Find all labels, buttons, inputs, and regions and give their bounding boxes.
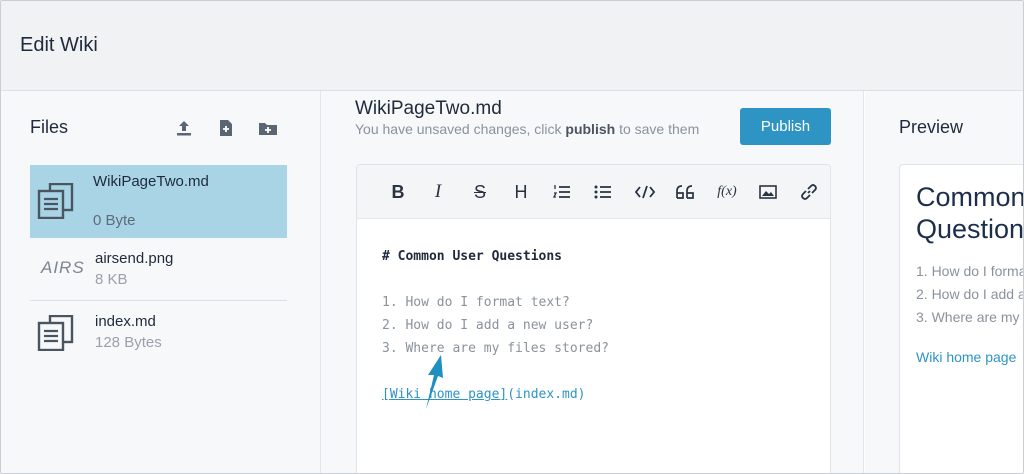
preview-list: 1. How do I format text? 2. How do I add… — [916, 260, 1023, 329]
code-icon[interactable] — [633, 180, 657, 204]
files-title: Files — [30, 117, 69, 137]
list-item: 3. Where are my files stored? — [916, 309, 1023, 325]
new-file-icon[interactable] — [215, 117, 237, 139]
file-name: WikiPageTwo.md — [93, 173, 209, 190]
file-item-airsend[interactable]: AIRS airsend.png 8 KB — [30, 238, 287, 301]
file-name: airsend.png — [95, 250, 174, 267]
app-window: Edit Wiki Files WikiPageTwo.md 0 Byte AI… — [0, 0, 1024, 474]
upload-icon[interactable] — [173, 117, 195, 139]
page-title: Edit Wiki — [20, 34, 98, 56]
link-icon[interactable] — [797, 180, 821, 204]
quote-icon[interactable] — [674, 180, 698, 204]
document-title: WikiPageTwo.md — [355, 98, 502, 119]
list-item: 2. How do I add a new user? — [916, 286, 1023, 302]
file-name: index.md — [95, 313, 156, 330]
file-list: WikiPageTwo.md 0 Byte AIRS airsend.png 8… — [30, 165, 287, 364]
markdown-editor[interactable]: B I S H f(x) # Common User Questions 1. … — [356, 164, 831, 473]
editor-toolbar: B I S H f(x) — [357, 165, 830, 219]
image-icon[interactable] — [756, 180, 780, 204]
unordered-list-icon[interactable] — [591, 180, 615, 204]
editor-area: WikiPageTwo.md You have unsaved changes,… — [321, 91, 864, 473]
preview-link[interactable]: Wiki home page — [916, 349, 1016, 365]
file-size: 128 Bytes — [95, 334, 162, 351]
annotation-arrow-icon — [426, 355, 443, 409]
preview-title: Preview — [899, 117, 964, 137]
preview-panel: Preview Common User Questions 1. How do … — [865, 91, 1024, 473]
ordered-list-icon[interactable] — [550, 180, 574, 204]
file-size: 0 Byte — [93, 212, 136, 229]
files-panel: Files WikiPageTwo.md 0 Byte AIRS airsend… — [1, 91, 321, 473]
preview-content: Common User Questions 1. How do I format… — [899, 164, 1024, 473]
header-bar: Edit Wiki — [1, 1, 1023, 91]
formula-icon[interactable]: f(x) — [715, 180, 739, 204]
unsaved-notice: You have unsaved changes, click publish … — [355, 121, 700, 137]
file-item-index[interactable]: index.md 128 Bytes — [30, 301, 287, 364]
preview-heading: Common User Questions — [916, 182, 1024, 244]
italic-icon[interactable]: I — [426, 180, 450, 204]
bold-icon[interactable]: B — [386, 180, 410, 204]
new-folder-icon[interactable] — [257, 117, 279, 139]
file-item-wikipagetwo[interactable]: WikiPageTwo.md 0 Byte — [30, 165, 287, 238]
files-toolbar — [173, 117, 279, 139]
document-icon — [36, 314, 76, 352]
strikethrough-icon[interactable]: S — [468, 180, 492, 204]
image-thumbnail: AIRS — [41, 258, 85, 277]
publish-button[interactable]: Publish — [740, 108, 831, 145]
file-size: 8 KB — [95, 271, 128, 288]
list-item: 1. How do I format text? — [916, 263, 1023, 279]
heading-icon[interactable]: H — [509, 180, 533, 204]
markdown-source[interactable]: # Common User Questions 1. How do I form… — [382, 245, 609, 406]
document-icon — [36, 182, 76, 220]
